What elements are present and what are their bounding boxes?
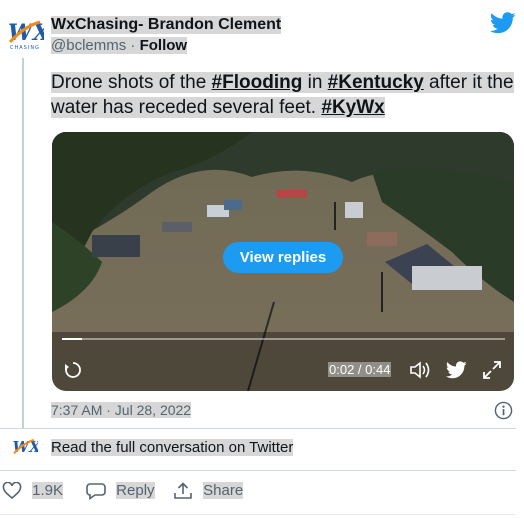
video-time: 0:02 / 0:44 (328, 362, 392, 377)
wxchasing-small-logo[interactable]: WX (10, 436, 38, 460)
hashtag-kywx[interactable]: #KyWx (321, 97, 385, 118)
follow-link[interactable]: Follow (139, 37, 188, 54)
wxchasing-logo[interactable]: WX CHASING (6, 16, 44, 52)
svg-text:CHASING: CHASING (10, 45, 40, 51)
share-label: Share (203, 482, 244, 499)
share-icon (174, 482, 192, 499)
thread-line (22, 58, 24, 428)
video-progress-fill (62, 338, 82, 340)
author-display-name[interactable]: WxChasing- Brandon Clement (51, 16, 282, 34)
replay-icon[interactable] (64, 361, 82, 379)
tweet-timestamp[interactable]: 7:37 AM · Jul 28, 2022 (51, 402, 192, 418)
hashtag-kentucky[interactable]: #Kentucky (327, 72, 424, 93)
author-handle[interactable]: @bclemms (51, 37, 127, 54)
twitter-bird-icon[interactable] (490, 12, 516, 34)
tweet-text: Drone shots of the #Flooding in #Kentuck… (51, 72, 514, 118)
info-icon[interactable] (494, 401, 513, 420)
handle-separator: · (126, 37, 140, 54)
video-twitter-icon[interactable] (446, 361, 467, 379)
fullscreen-icon[interactable] (482, 360, 502, 380)
divider (0, 428, 516, 429)
like-count: 1.9K (32, 482, 64, 499)
tweet-embed-card: WX CHASING WxChasing- Brandon Clement @b… (0, 0, 524, 518)
video-progress-bar[interactable] (62, 338, 505, 340)
author-handle-row: @bclemms · Follow (51, 37, 188, 54)
reply-label: Reply (116, 482, 155, 499)
like-action[interactable]: 1.9K (2, 481, 64, 500)
speech-bubble-icon (86, 483, 106, 501)
volume-icon[interactable] (409, 360, 431, 380)
view-replies-button[interactable]: View replies (223, 242, 343, 273)
read-full-conversation-link[interactable]: Read the full conversation on Twitter (51, 439, 294, 456)
share-action[interactable]: Share (173, 482, 244, 500)
svg-text:WX: WX (13, 439, 38, 456)
divider (0, 514, 516, 515)
reply-action[interactable]: Reply (86, 482, 155, 501)
hashtag-flooding[interactable]: #Flooding (211, 72, 303, 93)
heart-icon (2, 481, 22, 500)
divider (0, 470, 516, 471)
